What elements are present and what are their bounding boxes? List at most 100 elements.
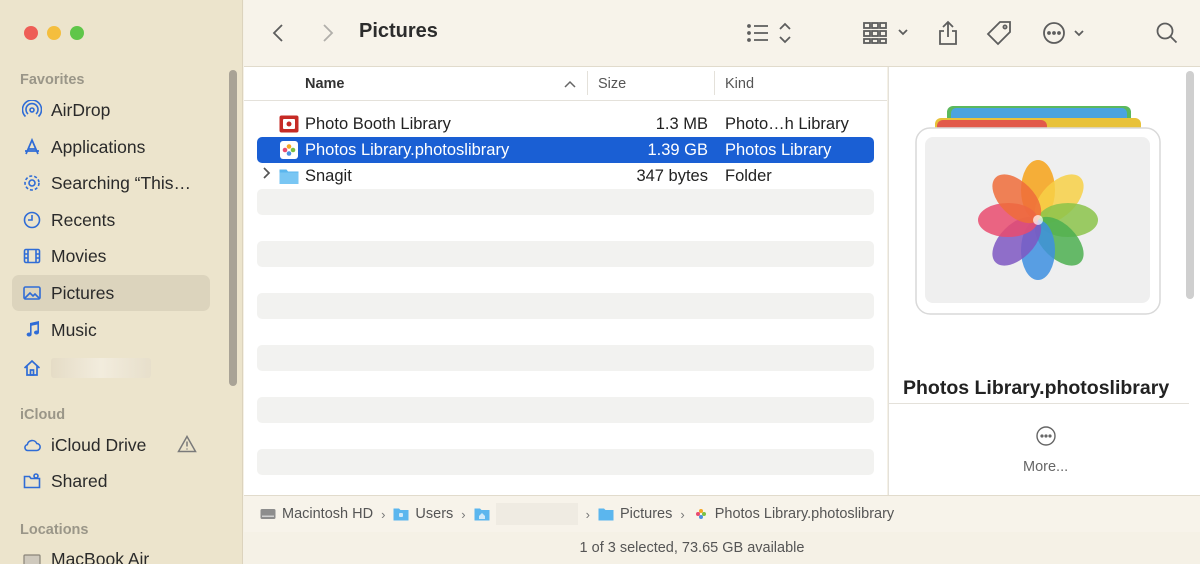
empty-row: [257, 293, 874, 319]
sidebar-section-icloud: iCloud: [20, 407, 66, 423]
path-segment-label: Users: [415, 506, 454, 522]
sidebar-item-label: Applications: [51, 136, 146, 157]
divider: [889, 403, 1189, 404]
photos-library-preview-icon: [915, 106, 1161, 315]
music-note-icon: [22, 320, 42, 340]
sidebar-item-searching[interactable]: Searching “This…: [12, 165, 210, 201]
disk-icon: [260, 509, 276, 519]
shared-folder-icon: [22, 471, 42, 491]
tag-icon: [986, 21, 1011, 46]
folder-icon: [393, 508, 409, 521]
more-label[interactable]: More...: [1023, 459, 1068, 475]
path-segment-pictures[interactable]: Pictures: [598, 506, 672, 522]
sidebar-item-label: MacBook Air: [51, 548, 150, 564]
empty-row: [257, 189, 874, 215]
zoom-window-button[interactable]: [70, 26, 84, 40]
file-row-snagit[interactable]: Snagit 347 bytes Folder: [257, 163, 874, 189]
sidebar-item-music[interactable]: Music: [12, 312, 210, 348]
sidebar-item-label: Music: [51, 319, 97, 340]
group-button[interactable]: [862, 18, 910, 48]
sidebar-item-label: Pictures: [51, 282, 115, 303]
path-segment-users[interactable]: Users: [393, 506, 453, 522]
redacted-home-name: [51, 358, 151, 378]
photo-booth-icon: [279, 115, 299, 133]
sidebar-item-movies[interactable]: Movies: [12, 238, 210, 274]
laptop-icon: [22, 549, 42, 564]
sidebar-scrollbar[interactable]: [229, 70, 237, 386]
file-kind: Folder: [725, 166, 772, 185]
column-kind-header[interactable]: Kind: [725, 76, 754, 92]
file-name: Photo Booth Library: [305, 114, 451, 133]
file-name: Snagit: [305, 166, 352, 185]
sidebar-item-shared[interactable]: Shared: [12, 463, 210, 499]
view-options-button[interactable]: [744, 18, 794, 48]
file-row-photos-library[interactable]: Photos Library.photoslibrary 1.39 GB Pho…: [257, 137, 874, 163]
sidebar-item-label: iCloud Drive: [51, 434, 147, 455]
sidebar-item-recents[interactable]: Recents: [12, 202, 210, 238]
photo-icon: [22, 283, 42, 303]
sidebar-item-label: Recents: [51, 209, 116, 230]
search-button[interactable]: [1154, 18, 1180, 48]
path-separator-icon: ›: [585, 506, 590, 522]
film-icon: [22, 246, 42, 266]
folder-icon: [598, 508, 614, 521]
gear-icon: [22, 173, 42, 193]
path-separator-icon: ›: [461, 506, 466, 522]
photos-icon: [279, 141, 299, 159]
file-kind: Photos Library: [725, 140, 832, 159]
grid-icon: [863, 22, 908, 44]
back-button[interactable]: [268, 18, 290, 48]
sidebar-item-macbook-air[interactable]: MacBook Air: [12, 541, 210, 564]
ellipsis-circle-icon: [1036, 426, 1056, 446]
column-size-header[interactable]: Size: [598, 76, 626, 92]
sidebar: Favorites AirDrop Applications Searching…: [0, 0, 243, 564]
column-separator[interactable]: [714, 71, 715, 95]
share-button[interactable]: [936, 18, 960, 48]
empty-row: [257, 397, 874, 423]
list-view-icon: [747, 22, 791, 44]
tags-button[interactable]: [985, 18, 1013, 48]
sidebar-item-label: Searching “This…: [51, 172, 192, 193]
toolbar: Pictures: [244, 0, 1200, 67]
forward-button[interactable]: [316, 18, 338, 48]
file-kind: Photo…h Library: [725, 114, 849, 133]
preview-scrollbar[interactable]: [1186, 71, 1194, 299]
window-title: Pictures: [359, 20, 438, 42]
status-text: 1 of 3 selected, 73.65 GB available: [579, 540, 805, 556]
share-icon: [939, 20, 957, 45]
home-folder-icon: [474, 508, 490, 521]
sidebar-item-label: Movies: [51, 245, 107, 266]
more-actions-button[interactable]: [1040, 18, 1088, 48]
sidebar-item-applications[interactable]: Applications: [12, 129, 210, 165]
path-segment-label: Pictures: [619, 506, 673, 522]
preview-file-name: Photos Library.photoslibrary: [903, 377, 1170, 399]
path-bar: Macintosh HD › Users › › Pictures › Phot…: [244, 495, 1200, 532]
sidebar-item-home[interactable]: [12, 350, 210, 386]
chevron-right-icon: [323, 24, 334, 42]
empty-row: [257, 449, 874, 475]
minimize-window-button[interactable]: [47, 26, 61, 40]
path-separator-icon: ›: [381, 506, 386, 522]
redacted-home-name: [495, 503, 578, 525]
warning-icon: [177, 434, 197, 458]
path-segment-photos-library[interactable]: Photos Library.photoslibrary: [693, 506, 894, 522]
path-segment-home[interactable]: [474, 503, 578, 525]
column-header: Name Size Kind: [244, 67, 887, 101]
disclosure-chevron-icon[interactable]: [262, 166, 272, 183]
empty-row: [257, 345, 874, 371]
clock-icon: [22, 210, 42, 230]
sidebar-item-pictures[interactable]: Pictures: [12, 275, 210, 311]
path-segment-label: Macintosh HD: [282, 506, 374, 522]
file-size: 1.39 GB: [647, 140, 708, 159]
sort-ascending-icon[interactable]: [564, 77, 576, 93]
more-button[interactable]: [1035, 425, 1057, 452]
file-row-photo-booth[interactable]: Photo Booth Library 1.3 MB Photo…h Libra…: [257, 111, 874, 137]
path-segment-macintosh-hd[interactable]: Macintosh HD: [260, 506, 373, 522]
folder-icon: [279, 167, 299, 185]
search-icon: [1156, 22, 1178, 44]
empty-row: [257, 241, 874, 267]
column-name-header[interactable]: Name: [305, 76, 345, 92]
sidebar-item-airdrop[interactable]: AirDrop: [12, 92, 210, 128]
column-separator[interactable]: [587, 71, 588, 95]
close-window-button[interactable]: [24, 26, 38, 40]
